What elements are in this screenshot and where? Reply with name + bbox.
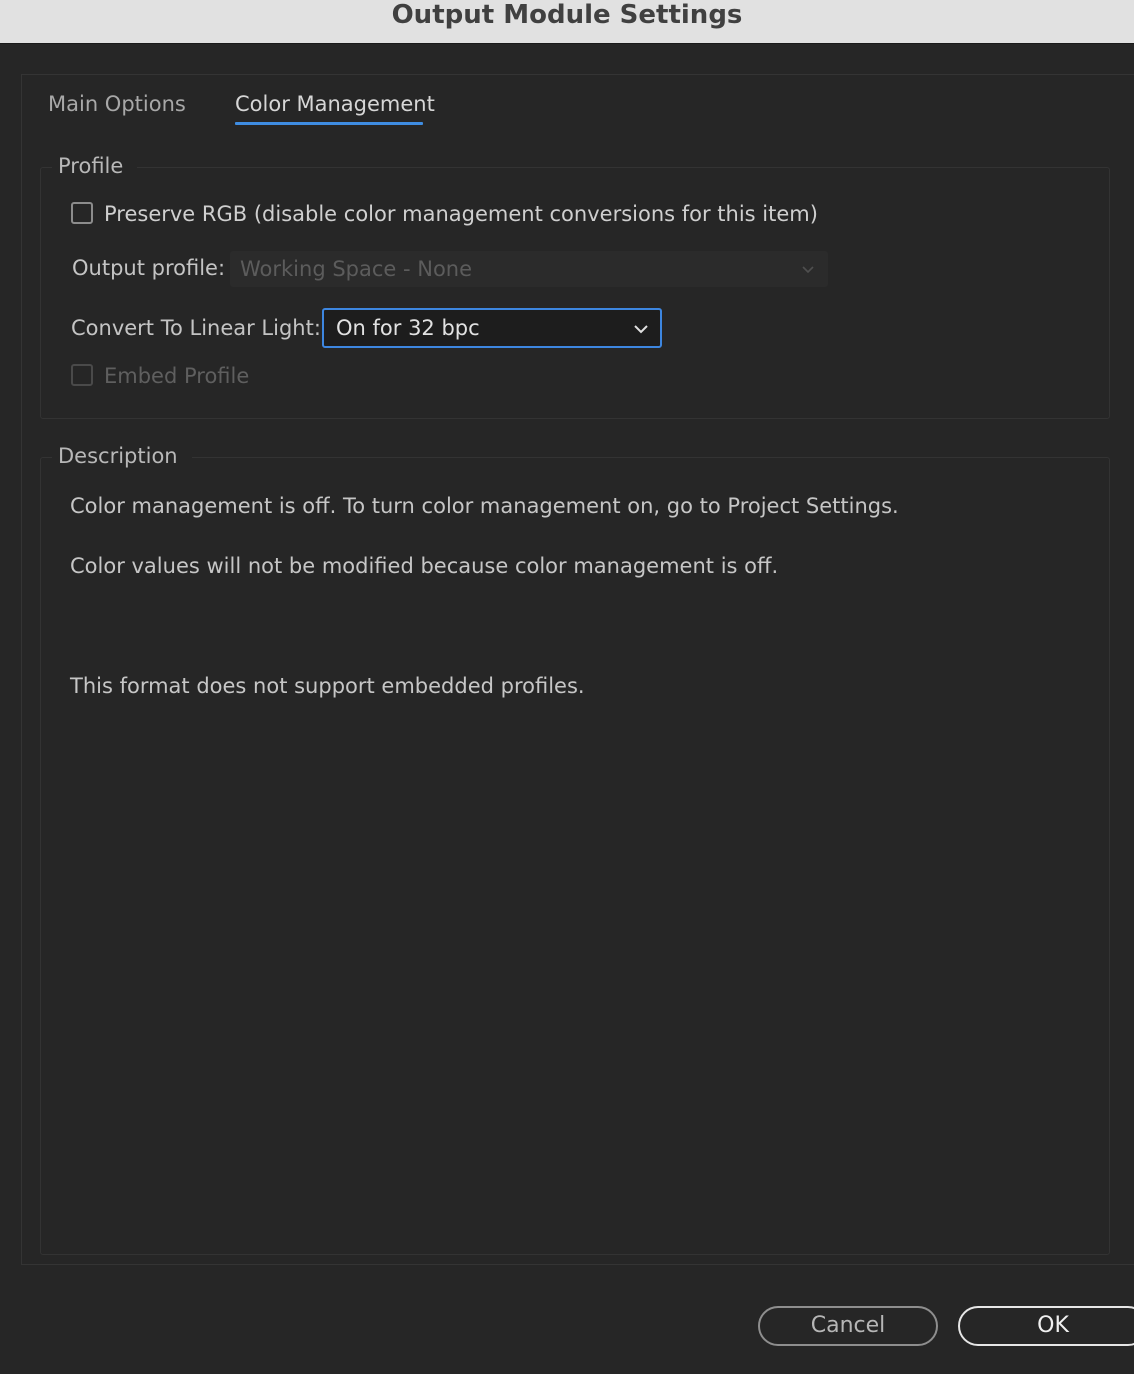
output-profile-select: Working Space - None	[230, 251, 828, 287]
chevron-down-icon	[634, 325, 648, 334]
description-line: This format does not support embedded pr…	[70, 674, 585, 698]
linear-light-select[interactable]: On for 32 bpc	[322, 308, 662, 348]
title-bar: Output Module Settings	[0, 0, 1134, 44]
chevron-down-icon	[802, 266, 814, 274]
embed-profile-label: Embed Profile	[104, 364, 250, 388]
description-line: Color values will not be modified becaus…	[70, 554, 779, 578]
cancel-button[interactable]: Cancel	[758, 1306, 938, 1346]
tab-main-options[interactable]: Main Options	[48, 88, 186, 120]
embed-profile-checkbox	[71, 364, 93, 386]
profile-group-label: Profile	[52, 151, 138, 181]
description-group-label: Description	[52, 441, 192, 471]
preserve-rgb-label: Preserve RGB (disable color management c…	[104, 202, 818, 226]
preserve-rgb-checkbox[interactable]	[71, 202, 93, 224]
description-line: Color management is off. To turn color m…	[70, 494, 899, 518]
linear-light-value: On for 32 bpc	[336, 316, 480, 340]
linear-light-label: Convert To Linear Light:	[71, 316, 321, 340]
ok-button[interactable]: OK	[958, 1306, 1134, 1346]
output-profile-value: Working Space - None	[240, 257, 473, 281]
output-profile-label: Output profile:	[72, 256, 226, 280]
active-tab-indicator	[235, 122, 423, 125]
dialog-title: Output Module Settings	[391, 0, 743, 30]
tab-color-management[interactable]: Color Management	[235, 88, 435, 120]
